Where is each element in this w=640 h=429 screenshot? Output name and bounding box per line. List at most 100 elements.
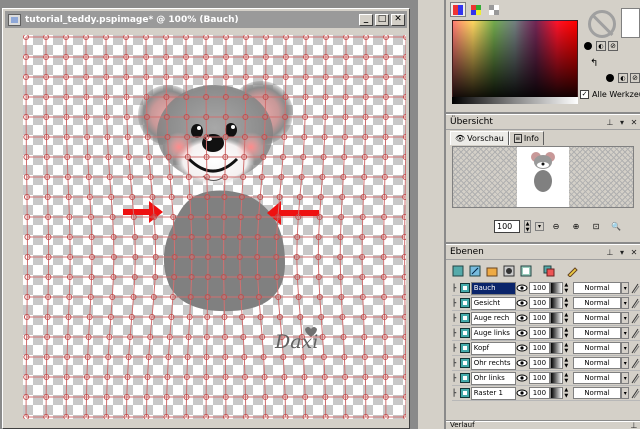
opacity-spinner[interactable]: ▲ ▼ — [563, 327, 570, 339]
opacity-spinner[interactable]: ▲ ▼ — [563, 282, 570, 294]
layer-row[interactable]: ┣ Raster 1 100 ▲ ▼ Normal ▾ — [452, 386, 640, 401]
visibility-eye-icon[interactable] — [516, 372, 529, 384]
layer-row[interactable]: ┣ Ohr rechts 100 ▲ ▼ Normal ▾ — [452, 356, 640, 371]
opacity-spinner[interactable]: ▲ ▼ — [563, 342, 570, 354]
zoom-spinner[interactable]: ▲ ▼ — [524, 220, 531, 233]
layer-opacity[interactable]: 100 — [529, 342, 550, 354]
layers-collapse-icon[interactable]: ▾ — [616, 246, 628, 258]
layer-lock-icon[interactable] — [630, 312, 640, 324]
blend-mode-dropdown[interactable]: ▾ — [621, 297, 630, 309]
blend-mode-select[interactable]: Normal — [572, 387, 622, 399]
overview-header[interactable]: Übersicht ⊥ ▾ ✕ — [446, 115, 640, 130]
bg-texture-toggle-icon[interactable]: ⊘ — [630, 73, 640, 83]
layer-opacity[interactable]: 100 — [529, 327, 550, 339]
maximize-button[interactable]: □ — [375, 13, 389, 26]
layer-row[interactable]: ┣ Auge links 100 ▲ ▼ Normal ▾ — [452, 326, 640, 341]
layer-lock-icon[interactable] — [630, 387, 640, 399]
visibility-eye-icon[interactable] — [516, 327, 529, 339]
layer-row[interactable]: ┣ Auge rech 100 ▲ ▼ Normal ▾ — [452, 311, 640, 326]
tab-preview[interactable]: 👁 Vorschau — [450, 131, 509, 145]
tab-info[interactable]: ≡ Info — [508, 131, 544, 145]
layer-lock-icon[interactable] — [630, 342, 640, 354]
opacity-slider[interactable] — [549, 372, 563, 384]
opacity-spinner[interactable]: ▲ ▼ — [563, 357, 570, 369]
collapse-icon[interactable]: ▾ — [616, 116, 628, 128]
visibility-eye-icon[interactable] — [516, 387, 529, 399]
layer-name[interactable]: Auge rech — [470, 311, 516, 325]
new-mask-icon[interactable] — [501, 263, 517, 278]
layers-header[interactable]: Ebenen ⊥ ▾ ✕ — [446, 245, 640, 260]
texture-toggle-icon[interactable]: ⊘ — [608, 41, 618, 51]
warp-mesh-grid[interactable] — [23, 35, 406, 419]
opacity-spinner[interactable]: ▲ ▼ — [563, 312, 570, 324]
layer-name[interactable]: Ohr links — [470, 371, 516, 385]
layer-name[interactable]: Auge links — [470, 326, 516, 340]
bg-fill-dot[interactable] — [606, 74, 614, 82]
foreground-color-dot[interactable] — [584, 42, 592, 50]
opacity-spinner[interactable]: ▲ ▼ — [563, 387, 570, 399]
opacity-slider[interactable] — [549, 297, 563, 309]
blend-mode-select[interactable]: Normal — [572, 297, 622, 309]
visibility-eye-icon[interactable] — [516, 297, 529, 309]
visibility-eye-icon[interactable] — [516, 342, 529, 354]
duplicate-layer-icon[interactable] — [541, 263, 557, 278]
color-saturation-picker[interactable] — [452, 20, 578, 104]
close-button[interactable]: ✕ — [391, 13, 405, 26]
blend-mode-dropdown[interactable]: ▾ — [621, 372, 630, 384]
layer-lock-icon[interactable] — [630, 357, 640, 369]
background-color-swatch[interactable] — [621, 8, 640, 38]
opacity-slider[interactable] — [549, 342, 563, 354]
grayscale-strip[interactable] — [452, 97, 578, 104]
layer-lock-icon[interactable] — [630, 372, 640, 384]
blend-mode-select[interactable]: Normal — [572, 282, 622, 294]
new-vector-layer-icon[interactable] — [467, 263, 483, 278]
bg-gradient-toggle-icon[interactable]: ◐ — [618, 73, 628, 83]
zoom-tool-icon[interactable]: 🔍 — [608, 219, 624, 234]
layer-row[interactable]: ┣ Kopf 100 ▲ ▼ Normal ▾ — [452, 341, 640, 356]
layers-pin-icon[interactable]: ⊥ — [604, 246, 616, 258]
layer-lock-icon[interactable] — [630, 297, 640, 309]
opacity-slider[interactable] — [549, 327, 563, 339]
swap-colors-icon[interactable]: ↰ — [590, 58, 598, 69]
panel-close-icon[interactable]: ✕ — [628, 116, 640, 128]
layers-close-icon[interactable]: ✕ — [628, 246, 640, 258]
opacity-spinner[interactable]: ▲ ▼ — [563, 297, 570, 309]
blend-mode-dropdown[interactable]: ▾ — [621, 312, 630, 324]
layer-name[interactable]: Gesicht — [470, 296, 516, 310]
tab-pattern[interactable] — [486, 2, 502, 17]
zoom-actual-icon[interactable]: ⊡ — [588, 219, 604, 234]
zoom-in-icon[interactable]: ⊕ — [568, 219, 584, 234]
all-tools-option[interactable]: ✓ Alle Werkzeuge — [580, 90, 640, 99]
layer-opacity[interactable]: 100 — [529, 282, 550, 294]
tab-swatches[interactable] — [468, 2, 484, 17]
layer-lock-icon[interactable] — [630, 282, 640, 294]
new-raster-layer-icon[interactable] — [450, 263, 466, 278]
opacity-slider[interactable] — [549, 312, 563, 324]
layer-name[interactable]: Bauch — [470, 281, 516, 295]
tab-spectrum[interactable] — [450, 2, 466, 17]
pin-icon[interactable]: ⊥ — [604, 116, 616, 128]
blend-mode-select[interactable]: Normal — [572, 327, 622, 339]
opacity-slider[interactable] — [549, 357, 563, 369]
visibility-eye-icon[interactable] — [516, 312, 529, 324]
blend-mode-select[interactable]: Normal — [572, 372, 622, 384]
layer-opacity[interactable]: 100 — [529, 357, 550, 369]
layer-row[interactable]: ┣ Bauch 100 ▲ ▼ Normal ▾ — [452, 281, 640, 296]
blend-mode-dropdown[interactable]: ▾ — [621, 282, 630, 294]
blend-mode-dropdown[interactable]: ▾ — [621, 357, 630, 369]
new-group-icon[interactable] — [484, 263, 500, 278]
layer-row[interactable]: ┣ Ohr links 100 ▲ ▼ Normal ▾ — [452, 371, 640, 386]
layer-opacity[interactable]: 100 — [529, 387, 550, 399]
layer-name[interactable]: Raster 1 — [470, 386, 516, 400]
blend-mode-dropdown[interactable]: ▾ — [621, 342, 630, 354]
all-tools-checkbox[interactable]: ✓ — [580, 90, 589, 99]
history-pin-icon[interactable]: ⊥ — [628, 422, 640, 429]
blend-mode-dropdown[interactable]: ▾ — [621, 387, 630, 399]
layer-name[interactable]: Ohr rechts — [470, 356, 516, 370]
visibility-eye-icon[interactable] — [516, 357, 529, 369]
opacity-slider[interactable] — [549, 387, 563, 399]
image-canvas[interactable]: Daxi — [23, 35, 406, 419]
minimize-button[interactable]: _ — [359, 13, 373, 26]
opacity-slider[interactable] — [549, 282, 563, 294]
blend-mode-dropdown[interactable]: ▾ — [621, 327, 630, 339]
